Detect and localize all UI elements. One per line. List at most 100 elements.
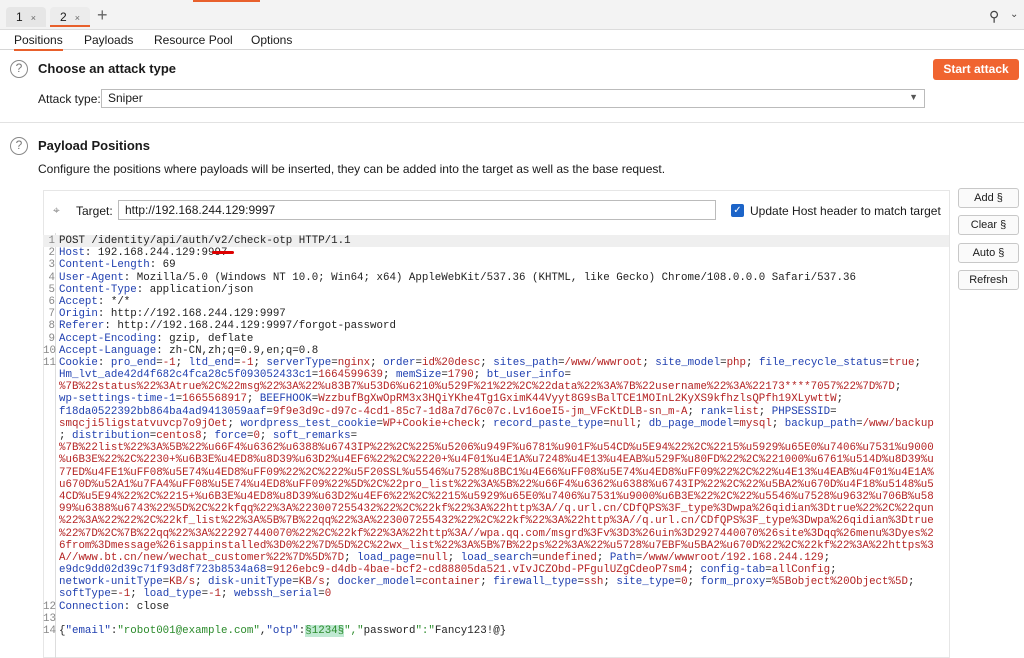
code-token: 0 [324, 588, 332, 601]
code-token: rank [700, 405, 727, 418]
code-token: backup_path [784, 417, 857, 430]
tab-resource-pool[interactable]: Resource Pool [154, 33, 233, 47]
code-token: soft_remarks [272, 430, 351, 442]
header-name: Host [59, 247, 85, 260]
active-tool-indicator [193, 0, 260, 2]
editor-line[interactable]: %u6B3E%22%2C%2230+%u6B3E%u4ED8%u8D39%u63… [43, 454, 949, 466]
chevron-down-icon: ▼ [909, 92, 918, 102]
code-token: list [732, 405, 759, 418]
editor-line[interactable]: smqcji5ligstatvuvcp7o9jOet; wordpress_te… [43, 418, 949, 430]
editor-line[interactable]: %22%3A%22%22%2C%22kf_list%22%3A%5B%7B%22… [43, 515, 949, 527]
editor-line[interactable]: 99%u6388%u6743%22%5D%2C%22kfqq%22%3A%223… [43, 503, 949, 515]
tab-options[interactable]: Options [251, 33, 292, 47]
code-token: "," [344, 625, 364, 637]
editor-line[interactable]: %7B%22list%22%3A%5B%22%u66F4%u6362%u6388… [43, 442, 949, 454]
start-attack-button[interactable]: Start attack [933, 59, 1019, 80]
editor-line[interactable]: 7 Origin: http://192.168.244.129:9997 [43, 308, 949, 320]
code-token: -1 [117, 588, 131, 601]
search-icon[interactable]: ⚲ [989, 8, 999, 25]
editor-line[interactable]: wp-settings-time-1=1665568917; BEEFHOOK=… [43, 393, 949, 405]
code-token: wordpress_test_cookie [240, 417, 377, 430]
close-icon[interactable]: × [31, 13, 36, 23]
editor-line[interactable]: 14 {"email":"robot001@example.com","otp":… [43, 625, 949, 637]
code-token: ssh [583, 576, 604, 589]
header-name: Accept-Encoding [59, 332, 157, 345]
editor-line[interactable]: e9dc9dd02d39c71f93d8f723b8534a68=9126ebc… [43, 564, 949, 576]
code-token: : [97, 356, 111, 369]
code-token: ; [823, 551, 831, 564]
code-token: distribution [71, 430, 150, 442]
code-token: pro_end [110, 356, 157, 369]
code-token: disk-unitType [208, 576, 293, 589]
code-token: file_recycle_status [758, 356, 883, 369]
editor-line[interactable]: u670D%u52A1%u7FA4%uFF08%u5E74%u4ED8%uFF0… [43, 479, 949, 491]
code-token: config-tab [700, 564, 766, 577]
auto-markers-button[interactable]: Auto § [958, 243, 1019, 263]
editor-line[interactable]: 2 Host: 192.168.244.129:9997 [43, 247, 949, 259]
editor-line[interactable]: 4CD%u5E94%22%2C%2215+%u6B3E%u4ED8%u8D39%… [43, 491, 949, 503]
code-token: -1 [240, 356, 254, 369]
attack-type-select[interactable]: Sniper ▼ [101, 89, 925, 108]
attack-type-heading: Choose an attack type [38, 61, 176, 76]
code-token: 1790 [447, 369, 474, 382]
add-marker-button[interactable]: Add § [958, 188, 1019, 208]
code-token: undefined [538, 551, 597, 564]
code-token: null [421, 551, 448, 564]
request-tab-1[interactable]: 1 × [6, 7, 46, 27]
code-token: ; [907, 576, 915, 589]
code-token: %22%7D%2C%7B%22qq%22%3A%222927440070%22%… [59, 527, 934, 540]
code-token: "otp" [266, 625, 299, 637]
code-token: form_proxy [700, 576, 766, 589]
editor-line[interactable]: 77ED%u4FE1%uFF08%u5E74%u4ED8%uFF09%22%2C… [43, 467, 949, 479]
editor-line[interactable]: 12 Connection: close [43, 601, 949, 613]
editor-line[interactable]: 4 User-Agent: Mozilla/5.0 (Windows NT 10.… [43, 272, 949, 284]
editor-line[interactable]: f18da0522392bb864ba4ad9413059aaf = 9f9e3d9… [43, 406, 949, 418]
editor-line[interactable]: 11 Cookie: pro_end=-1; ltd_end=-1; server… [43, 357, 949, 369]
editor-line[interactable]: 6from%3Dmessage%26isappinstalled%3D0%22%… [43, 540, 949, 552]
request-editor[interactable]: 1 POST /identity/api/auth/v2/check-otp HT… [43, 235, 949, 637]
editor-line[interactable]: 6 Accept: */* [43, 296, 949, 308]
close-icon[interactable]: × [75, 13, 80, 23]
editor-line[interactable]: 8 Referer: http://192.168.244.129:9997/fo… [43, 320, 949, 332]
help-icon[interactable]: ? [10, 137, 28, 155]
intruder-subtabs: Positions Payloads Resource Pool Options [0, 30, 1024, 51]
help-icon[interactable]: ? [10, 60, 28, 78]
crosshair-icon: ⌖ [53, 203, 60, 217]
editor-line[interactable]: 5 Content-Type: application/json [43, 284, 949, 296]
tab-payloads[interactable]: Payloads [84, 33, 133, 47]
editor-line[interactable]: network-unitType=KB/s; disk-unitType=KB/… [43, 576, 949, 588]
code-token: %7B%22status%22%3Atrue%2C%22msg%22%3A%22… [59, 381, 895, 394]
line-number: 7 [48, 308, 55, 321]
code-token: f18da0522392bb864ba4ad9413059aaf [59, 405, 267, 418]
clear-markers-button[interactable]: Clear § [958, 215, 1019, 235]
code-token: "robot001@example.com" [117, 625, 260, 637]
code-token: BEEFHOOK [259, 393, 312, 406]
chevron-down-icon[interactable]: ⌄ [1010, 9, 1018, 20]
editor-line[interactable]: 13 [43, 613, 949, 625]
code-token: sites_path [493, 356, 559, 369]
payload-positions-heading: Payload Positions [38, 138, 150, 153]
code-token: nginx [337, 356, 371, 369]
editor-line[interactable]: softType=-1; load_type=-1; webssh_serial… [43, 588, 949, 600]
editor-line[interactable]: 3 Content-Length: 69 [43, 259, 949, 271]
request-tab-2[interactable]: 2 × [50, 7, 90, 27]
editor-line[interactable]: 9 Accept-Encoding: gzip, deflate [43, 333, 949, 345]
code-token: record_paste_type [493, 417, 604, 430]
code-token: WzzbufBgXwOpRM3x3HQiYKhe4Tg1GximK44Vyyt8… [318, 393, 837, 406]
editor-line[interactable]: 1 POST /identity/api/auth/v2/check-otp HT… [43, 235, 949, 248]
editor-line[interactable]: %22%7D%2C%7B%22qq%22%3A%222927440070%22%… [43, 528, 949, 540]
update-host-checkbox[interactable]: ✓ [731, 204, 744, 217]
editor-line[interactable]: A//www.bt.cn/new/wechat_customer%22%7D%5… [43, 552, 949, 564]
target-input[interactable]: http://192.168.244.129:9997 [118, 200, 716, 220]
code-token: order [383, 356, 416, 369]
editor-line[interactable]: 10 Accept-Language: zh-CN,zh;q=0.9,en;q=0… [43, 345, 949, 357]
code-token: 1665568917 [182, 393, 247, 406]
editor-line[interactable]: %7B%22status%22%3Atrue%2C%22msg%22%3A%22… [43, 381, 949, 393]
new-tab-button[interactable]: + [97, 5, 108, 26]
header-value: : application/json [136, 283, 254, 296]
refresh-button[interactable]: Refresh [958, 270, 1019, 290]
editor-line[interactable]: Hm_lvt_ade42d4f682c4fca28c5f093052433c1 =… [43, 369, 949, 381]
code-token: ; [914, 356, 921, 369]
editor-line[interactable]: ; distribution=centos8; force=0; soft_re… [43, 430, 949, 442]
tab-positions[interactable]: Positions [14, 33, 63, 51]
